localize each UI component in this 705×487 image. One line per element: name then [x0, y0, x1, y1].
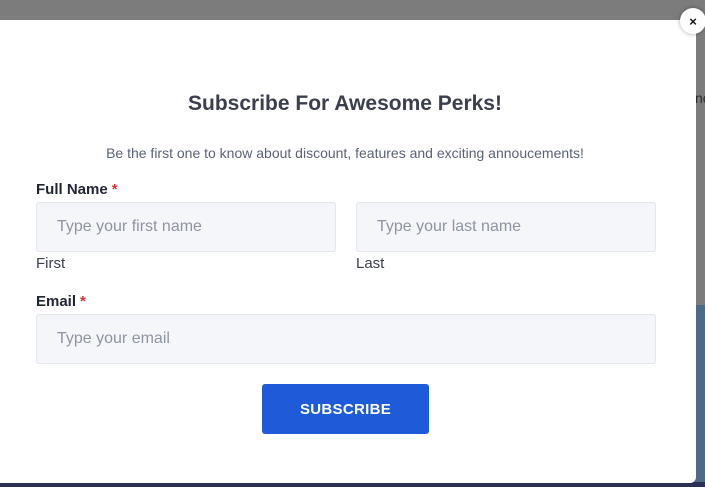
backdrop-partial-text: nc: [695, 90, 705, 106]
email-label-text: Email: [36, 293, 77, 310]
close-button[interactable]: ×: [680, 8, 705, 34]
modal-subtitle: Be the first one to know about discount,…: [106, 145, 584, 161]
first-name-sublabel: First: [36, 255, 66, 272]
subscribe-button[interactable]: SUBSCRIBE: [262, 384, 429, 434]
last-name-sublabel: Last: [356, 255, 385, 272]
subscribe-modal: Subscribe For Awesome Perks! Be the firs…: [0, 20, 696, 483]
email-label: Email *: [36, 293, 86, 310]
first-name-input[interactable]: [36, 202, 336, 252]
modal-title: Subscribe For Awesome Perks!: [188, 92, 502, 115]
close-icon: ×: [689, 13, 697, 29]
full-name-label: Full Name *: [36, 181, 118, 198]
last-name-input[interactable]: [356, 202, 656, 252]
full-name-label-text: Full Name: [36, 181, 108, 198]
email-input[interactable]: [36, 314, 656, 364]
required-asterisk: *: [111, 181, 118, 198]
required-asterisk: *: [80, 293, 86, 310]
